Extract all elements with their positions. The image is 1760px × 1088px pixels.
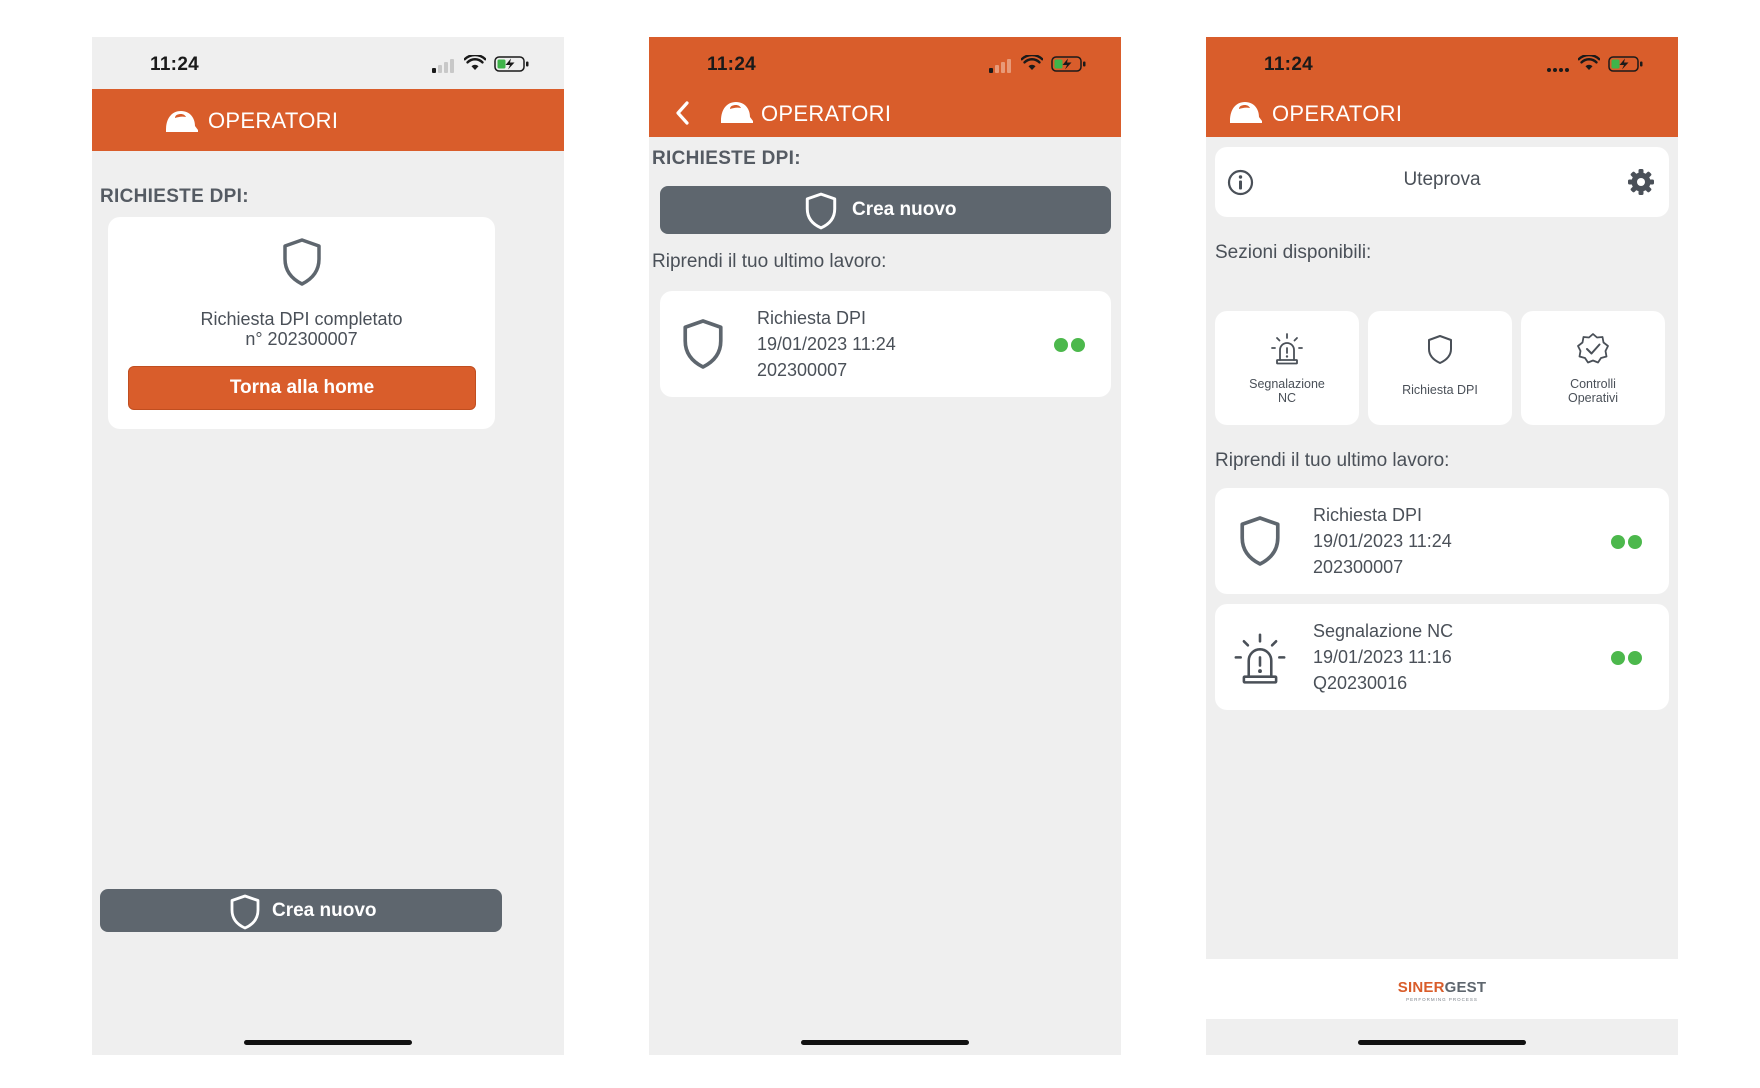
list-item[interactable]: Segnalazione NC 19/01/2023 11:16 Q202300… xyxy=(1215,604,1669,710)
status-bar: 11:24 xyxy=(649,37,1121,89)
gear-icon[interactable] xyxy=(1627,168,1655,196)
completed-number: n° 202300007 xyxy=(245,329,358,349)
status-dots xyxy=(1611,535,1643,549)
shield-icon xyxy=(683,319,723,369)
phone-screen-completed: 11:24 OPERATORI RICHIESTE DPI: Richiesta… xyxy=(92,37,564,1055)
section-label-line2: Operativi xyxy=(1567,391,1619,405)
section-label-line1: Richiesta DPI xyxy=(1402,383,1478,397)
footer: SINERGEST PERFORMING PROCESS xyxy=(1206,959,1678,1019)
app-header: OPERATORI xyxy=(92,89,564,151)
item-title: Richiesta DPI xyxy=(1313,505,1423,525)
check-badge-icon xyxy=(1577,333,1609,364)
signal-dots-icon xyxy=(1547,68,1569,72)
brand-title: OPERATORI xyxy=(761,101,892,126)
resume-label: Riprendi il tuo ultimo lavoro: xyxy=(652,251,887,272)
status-dots xyxy=(1054,338,1086,352)
battery-charging-icon xyxy=(1608,56,1643,72)
list-item[interactable]: Richiesta DPI 19/01/2023 11:24 202300007 xyxy=(1215,488,1669,594)
phone-screen-requests: 11:24 OPERATORI RICHIESTE DPI: Crea nuov… xyxy=(649,37,1121,1055)
resume-label: Riprendi il tuo ultimo lavoro: xyxy=(1215,450,1450,471)
section-label-line1: Segnalazione xyxy=(1249,377,1325,391)
status-bar: 11:24 xyxy=(1206,37,1678,89)
item-code: 202300007 xyxy=(1313,557,1404,577)
status-dots xyxy=(1611,651,1643,665)
list-item[interactable]: Richiesta DPI 19/01/2023 11:24 202300007 xyxy=(660,291,1111,397)
signal-icon xyxy=(989,59,1011,73)
brand-title: OPERATORI xyxy=(1272,101,1403,126)
section-richiesta-dpi[interactable]: Richiesta DPI xyxy=(1368,311,1512,425)
item-code: 202300007 xyxy=(757,360,848,380)
shield-icon xyxy=(230,894,260,930)
item-title: Segnalazione NC xyxy=(1313,621,1454,641)
app-header: OPERATORI xyxy=(1206,89,1678,137)
section-title: RICHIESTE DPI: xyxy=(100,186,249,207)
back-chevron-icon[interactable] xyxy=(671,99,695,127)
back-home-button[interactable]: Torna alla home xyxy=(128,366,476,410)
user-name: Uteprova xyxy=(1403,169,1481,190)
sections-label: Sezioni disponibili: xyxy=(1215,242,1372,263)
completed-message: Richiesta DPI completato xyxy=(200,309,403,329)
create-new-button[interactable]: Crea nuovo xyxy=(660,186,1111,234)
wifi-icon xyxy=(464,55,486,70)
phone-screen-home: 11:24 OPERATORI Uteprova Sezioni disponi… xyxy=(1206,37,1678,1055)
signal-icon xyxy=(432,59,454,73)
status-time: 11:24 xyxy=(707,54,757,75)
section-segnalazione-nc[interactable]: Segnalazione NC xyxy=(1215,311,1359,425)
item-title: Richiesta DPI xyxy=(757,308,867,328)
shield-icon xyxy=(1240,516,1280,566)
status-time: 11:24 xyxy=(150,54,200,75)
item-date: 19/01/2023 11:24 xyxy=(1313,531,1452,551)
create-new-label: Crea nuovo xyxy=(852,199,957,220)
create-new-label: Crea nuovo xyxy=(272,899,377,921)
section-label-line2: NC xyxy=(1277,391,1297,405)
battery-charging-icon xyxy=(494,56,529,72)
completed-card: Richiesta DPI completato n° 202300007 To… xyxy=(108,217,495,429)
alarm-icon xyxy=(1234,633,1286,684)
item-code: Q20230016 xyxy=(1313,673,1408,693)
home-indicator xyxy=(801,1040,969,1045)
helmet-icon xyxy=(166,111,198,132)
app-header: OPERATORI xyxy=(649,89,1121,137)
home-indicator xyxy=(1358,1040,1526,1045)
section-title: RICHIESTE DPI: xyxy=(652,148,801,169)
wifi-icon xyxy=(1578,55,1600,70)
status-bar: 11:24 xyxy=(92,37,564,89)
section-controlli-operativi[interactable]: Controlli Operativi xyxy=(1521,311,1665,425)
create-new-button[interactable]: Crea nuovo xyxy=(100,889,502,932)
shield-icon xyxy=(283,238,321,286)
helmet-icon xyxy=(1230,102,1262,123)
item-date: 19/01/2023 11:24 xyxy=(757,334,896,354)
home-indicator xyxy=(244,1040,412,1045)
item-date: 19/01/2023 11:16 xyxy=(1313,647,1452,667)
section-label-line1: Controlli xyxy=(1570,377,1616,391)
user-card: Uteprova xyxy=(1215,147,1669,217)
shield-icon xyxy=(1428,335,1452,364)
sinergest-logo: SINERGEST PERFORMING PROCESS xyxy=(1397,979,1487,1002)
battery-charging-icon xyxy=(1051,56,1086,72)
shield-icon xyxy=(805,192,837,230)
helmet-icon xyxy=(721,102,753,123)
brand-title: OPERATORI xyxy=(208,108,339,133)
status-time: 11:24 xyxy=(1264,54,1314,75)
alarm-icon xyxy=(1271,333,1303,365)
wifi-icon xyxy=(1021,55,1043,70)
